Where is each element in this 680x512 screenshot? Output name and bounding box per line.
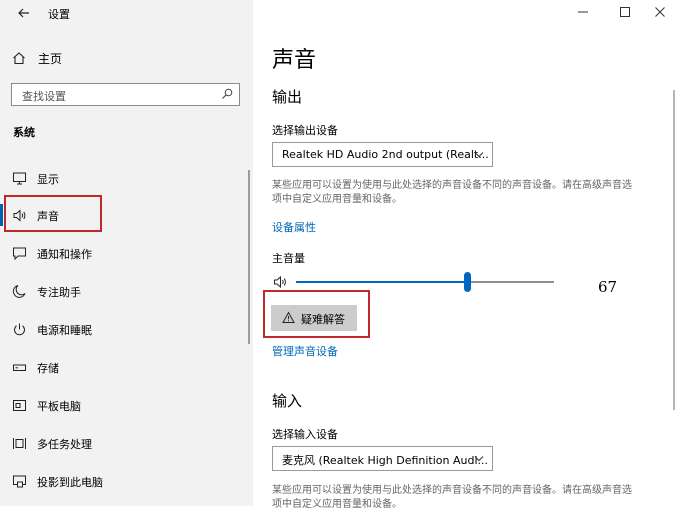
close-icon[interactable] [650,4,670,20]
page-title: 声音 [272,48,317,73]
sidebar-item-notifications[interactable]: 通知和操作 [0,236,253,270]
sidebar-item-multitasking[interactable]: 多任务处理 [0,426,253,460]
multitask-icon [13,438,26,449]
volume-slider-thumb[interactable] [464,272,471,292]
notification-icon [13,247,26,261]
section-header-system: 系统 [13,126,35,139]
master-volume-label: 主音量 [272,252,305,265]
content-pane: 声音 输出 选择输出设备 Realtek HD Audio 2nd output… [253,0,680,510]
home-icon [13,52,25,65]
monitor-icon [13,172,26,185]
moon-icon [12,285,26,298]
sidebar-scrollbar[interactable] [248,170,250,344]
sidebar-item-home-label: 主页 [38,52,63,66]
sidebar-item-label: 专注助手 [37,286,81,299]
sidebar-item-label: 投影到此电脑 [37,476,103,489]
input-device-value: 麦克风 (Realtek High Definition Audi... [282,454,489,467]
window-title: 设置 [48,8,70,21]
speaker-icon[interactable] [273,275,289,289]
storage-icon [13,364,26,371]
volume-value: 67 [598,278,618,296]
sidebar-item-label: 通知和操作 [37,248,92,261]
chevron-down-icon [474,152,484,158]
back-arrow-icon[interactable] [14,3,34,23]
content-scrollbar[interactable] [673,90,675,410]
sidebar-item-label: 电源和睡眠 [37,324,92,337]
manage-sound-devices-link[interactable]: 管理声音设备 [272,343,338,359]
highlight-box-troubleshoot [263,290,370,338]
sidebar-item-label: 多任务处理 [37,438,92,451]
sidebar-item-focus-assist[interactable]: 专注助手 [0,274,253,308]
input-device-dropdown[interactable]: 麦克风 (Realtek High Definition Audi... [272,446,493,471]
minimize-icon[interactable] [573,4,593,20]
power-icon [14,323,25,336]
output-description: 某些应用可以设置为使用与此处选择的声音设备不同的声音设备。请在高级声音选项中自定… [272,180,632,205]
output-device-label: 选择输出设备 [272,124,338,137]
search-input[interactable]: 查找设置 [11,83,240,106]
search-icon[interactable] [221,88,233,100]
chevron-down-icon [474,456,484,462]
maximize-icon[interactable] [615,4,635,20]
sidebar-item-project[interactable]: 投影到此电脑 [0,464,253,498]
device-properties-link[interactable]: 设备属性 [272,219,316,235]
sidebar-item-storage[interactable]: 存储 [0,350,253,384]
output-device-dropdown[interactable]: Realtek HD Audio 2nd output (Realt... [272,142,493,167]
sidebar-item-display[interactable]: 显示 [0,161,253,195]
input-description: 某些应用可以设置为使用与此处选择的声音设备不同的声音设备。请在高级声音选项中自定… [272,485,632,510]
output-device-value: Realtek HD Audio 2nd output (Realt... [282,148,489,161]
sidebar-item-tablet[interactable]: 平板电脑 [0,388,253,422]
selection-indicator [0,204,3,226]
volume-slider-fill [296,281,467,283]
tablet-icon [13,400,26,411]
project-icon [13,475,26,488]
highlight-box-sound [4,195,102,232]
sidebar-item-label: 显示 [37,173,59,186]
search-placeholder: 查找设置 [22,90,66,103]
sidebar: 设置 主页 查找设置 系统 显示 声音 通知和操作 专注助手 电源和睡眠 存储 … [0,0,253,506]
sidebar-item-label: 存储 [37,362,59,375]
input-heading: 输入 [272,392,303,410]
output-heading: 输出 [272,88,303,106]
input-device-label: 选择输入设备 [272,428,338,441]
sidebar-item-home[interactable]: 主页 [0,44,253,72]
sidebar-item-power[interactable]: 电源和睡眠 [0,312,253,346]
sidebar-item-label: 平板电脑 [37,400,81,413]
